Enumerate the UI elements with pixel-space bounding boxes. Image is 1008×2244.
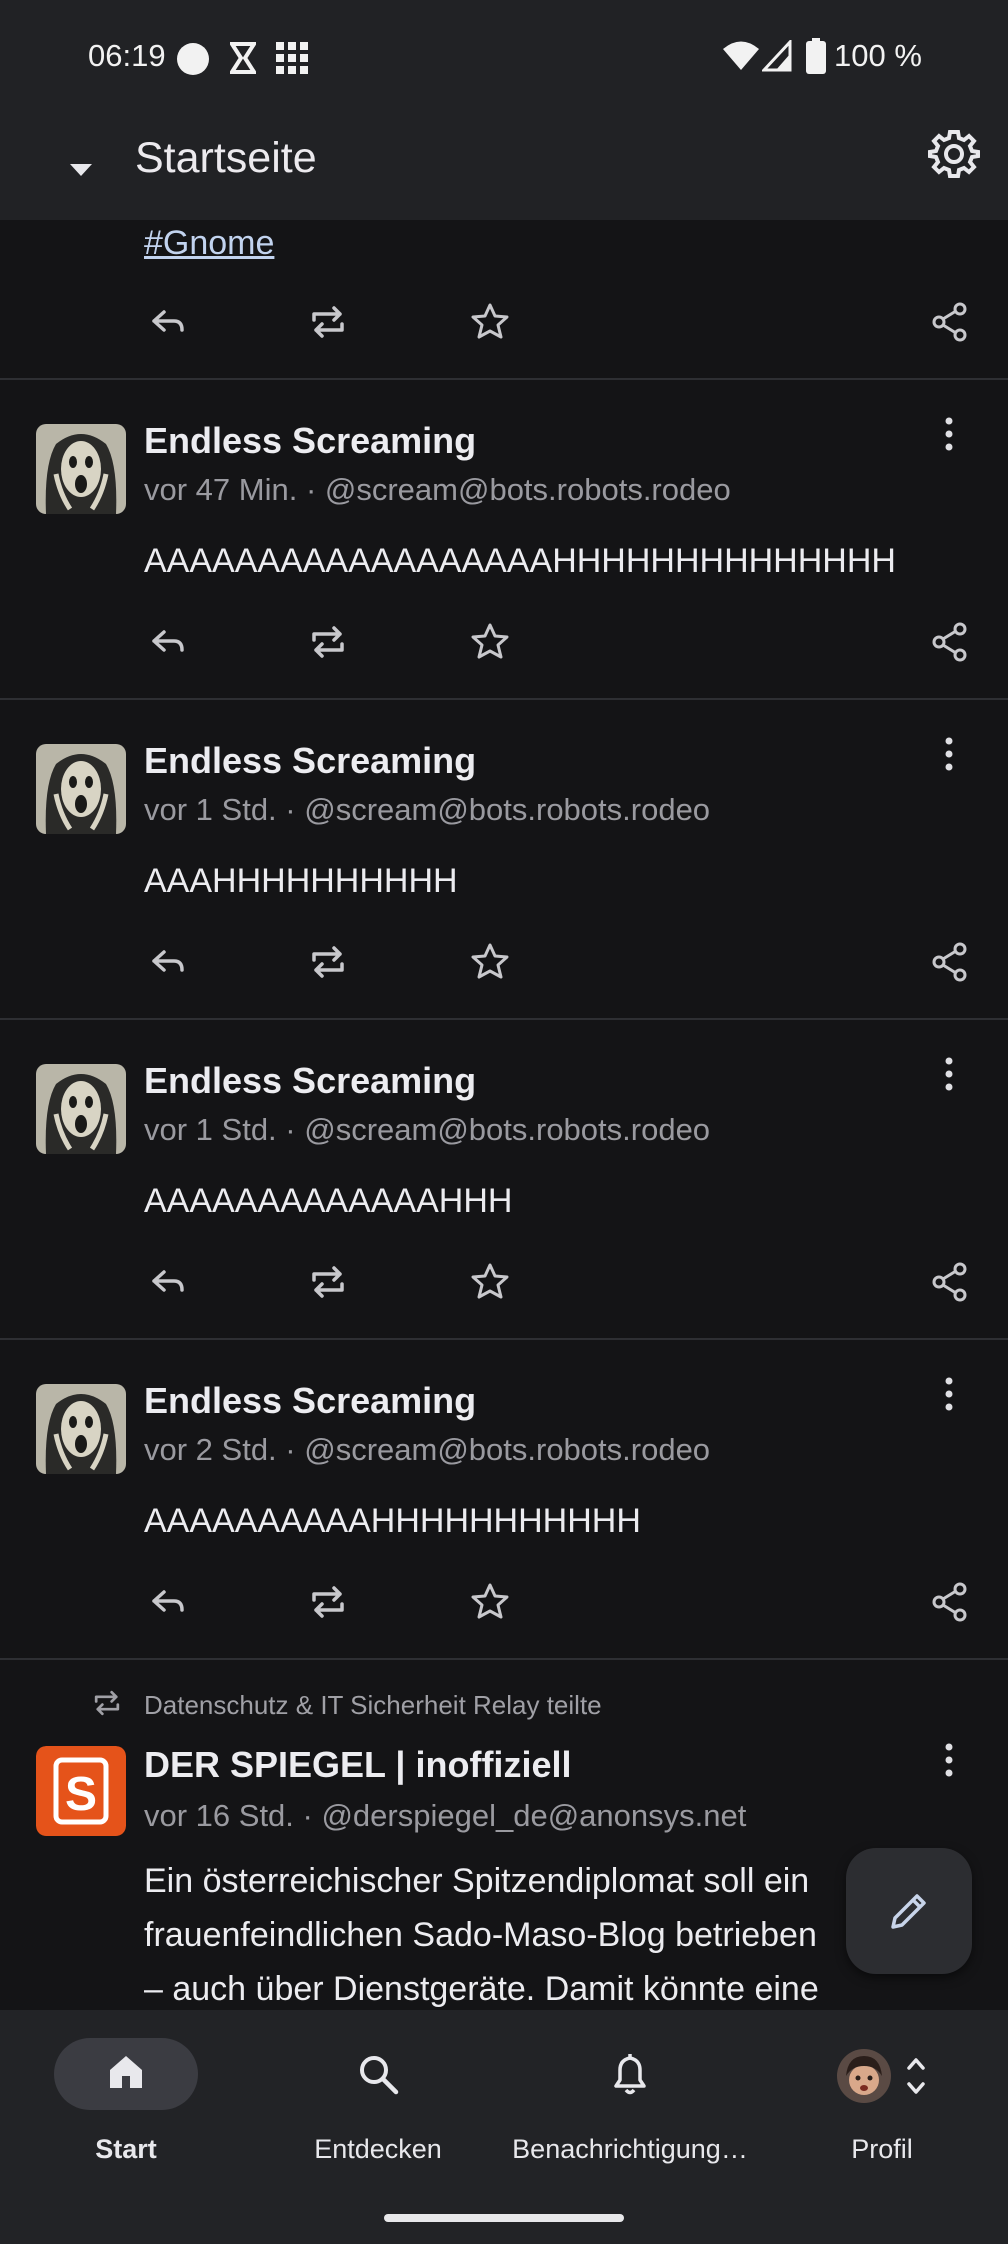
timeline-feed[interactable]: #Gnome Endless Screaming vor 47 Min. · @…	[0, 220, 1008, 2010]
compose-button[interactable]	[846, 1848, 972, 1974]
status-post[interactable]: Endless Screaming vor 47 Min. · @scream@…	[0, 380, 1008, 698]
gesture-home-indicator[interactable]	[384, 2214, 624, 2222]
post-meta: vor 47 Min. · @scream@bots.robots.rodeo	[144, 472, 731, 507]
more-options-icon[interactable]	[936, 1374, 962, 1414]
more-options-icon[interactable]	[936, 1054, 962, 1094]
wifi-icon	[723, 41, 759, 70]
avatar[interactable]	[36, 1384, 126, 1474]
hashtag-link[interactable]: #Gnome	[144, 224, 274, 263]
avatar-letter: S	[65, 1768, 97, 1821]
avatar[interactable]: S	[36, 1746, 126, 1836]
bell-icon	[614, 2054, 646, 2095]
search-icon	[360, 2056, 399, 2095]
post-meta: vor 16 Std. · @derspiegel_de@anonsys.net	[144, 1798, 747, 1833]
favourite-star-icon[interactable]	[468, 1260, 512, 1304]
account-switch-icon[interactable]	[904, 2054, 928, 2098]
display-name[interactable]: Endless Screaming	[144, 1060, 476, 1102]
home-icon	[110, 2056, 142, 2088]
share-icon[interactable]	[928, 300, 972, 344]
nav-item-profil[interactable]: Profil	[756, 2010, 1008, 2244]
avatar[interactable]	[36, 424, 126, 514]
pencil-icon	[891, 1894, 926, 1929]
boosted-by-label[interactable]: Datenschutz & IT Sicherheit Relay teilte	[144, 1690, 602, 1721]
gear-icon[interactable]	[928, 128, 980, 180]
nav-item-start[interactable]: Start	[0, 2010, 252, 2244]
display-name[interactable]: Endless Screaming	[144, 420, 476, 462]
status-post[interactable]: Endless Screaming vor 1 Std. · @scream@b…	[0, 1020, 1008, 1338]
page-title: Startseite	[135, 134, 317, 182]
post-meta: vor 2 Std. · @scream@bots.robots.rodeo	[144, 1432, 711, 1467]
partial-post: #Gnome	[0, 220, 1008, 379]
nav-item-entdecken[interactable]: Entdecken	[252, 2010, 504, 2244]
reply-icon[interactable]	[146, 620, 190, 664]
boost-icon[interactable]	[306, 300, 350, 344]
post-content: AAAAAAAAAAAAAAAAAAHHHHHHHHHHHHHH	[144, 542, 896, 580]
bottom-navigation: Start Entdecken Benachrichtigung… Profil	[0, 2010, 1008, 2244]
hourglass-icon	[230, 42, 256, 74]
post-content: Ein österreichischer Spitzendiplomat sol…	[144, 1854, 864, 2010]
status-time: 06:19	[88, 38, 166, 73]
nav-label: Entdecken	[314, 2134, 442, 2164]
favourite-star-icon[interactable]	[468, 940, 512, 984]
avatar[interactable]	[36, 744, 126, 834]
dropdown-arrow-icon[interactable]	[64, 154, 98, 184]
share-icon[interactable]	[928, 1260, 972, 1304]
post-content-line: frauenfeindlichen Sado-Maso-Blog betrieb…	[144, 1916, 817, 1954]
nav-label: Benachrichtigung…	[512, 2134, 748, 2164]
status-post[interactable]: Endless Screaming vor 2 Std. · @scream@b…	[0, 1340, 1008, 1658]
boost-icon[interactable]	[306, 1260, 350, 1304]
reply-icon[interactable]	[146, 1580, 190, 1624]
share-icon[interactable]	[928, 1580, 972, 1624]
boosted-by-icon	[94, 1690, 120, 1716]
status-post[interactable]: Endless Screaming vor 1 Std. · @scream@b…	[0, 700, 1008, 1018]
boost-icon[interactable]	[306, 620, 350, 664]
screen: 06:19 100 % Startseite #Gnome Endless Sc…	[0, 0, 1008, 2244]
nav-label: Start	[95, 2134, 157, 2164]
battery-icon	[806, 38, 826, 74]
boost-icon[interactable]	[306, 940, 350, 984]
post-meta: vor 1 Std. · @scream@bots.robots.rodeo	[144, 1112, 711, 1147]
circle-notification-icon	[177, 43, 209, 75]
app-bar: Startseite	[0, 116, 1008, 220]
favourite-star-icon[interactable]	[468, 1580, 512, 1624]
nav-label: Profil	[851, 2134, 913, 2164]
status-bar: 06:19 100 %	[0, 0, 1008, 116]
more-options-icon[interactable]	[936, 1740, 962, 1780]
signal-icon	[762, 40, 792, 72]
profile-avatar-icon	[837, 2049, 891, 2103]
reply-icon[interactable]	[146, 1260, 190, 1304]
post-content: AAAAAAAAAAAAAHHH	[144, 1182, 513, 1220]
favourite-star-icon[interactable]	[468, 300, 512, 344]
post-content-line: Ein österreichischer Spitzendiplomat sol…	[144, 1862, 810, 1900]
favourite-star-icon[interactable]	[468, 620, 512, 664]
battery-percentage: 100 %	[834, 38, 922, 73]
avatar[interactable]	[36, 1064, 126, 1154]
post-content: AAAAAAAAAAHHHHHHHHHHH	[144, 1502, 641, 1540]
reply-icon[interactable]	[146, 940, 190, 984]
post-meta: vor 1 Std. · @scream@bots.robots.rodeo	[144, 792, 711, 827]
nav-item-benachrichtigungen[interactable]: Benachrichtigung…	[504, 2010, 756, 2244]
boost-icon[interactable]	[306, 1580, 350, 1624]
display-name[interactable]: DER SPIEGEL | inoffiziell	[144, 1744, 571, 1786]
more-options-icon[interactable]	[936, 734, 962, 774]
more-options-icon[interactable]	[936, 414, 962, 454]
grid-app-icon	[276, 42, 308, 74]
display-name[interactable]: Endless Screaming	[144, 1380, 476, 1422]
reply-icon[interactable]	[146, 300, 190, 344]
post-content: AAAHHHHHHHHHH	[144, 862, 458, 900]
share-icon[interactable]	[928, 940, 972, 984]
post-content-line: – auch über Dienstgeräte. Damit könnte e…	[144, 1970, 819, 2008]
share-icon[interactable]	[928, 620, 972, 664]
display-name[interactable]: Endless Screaming	[144, 740, 476, 782]
